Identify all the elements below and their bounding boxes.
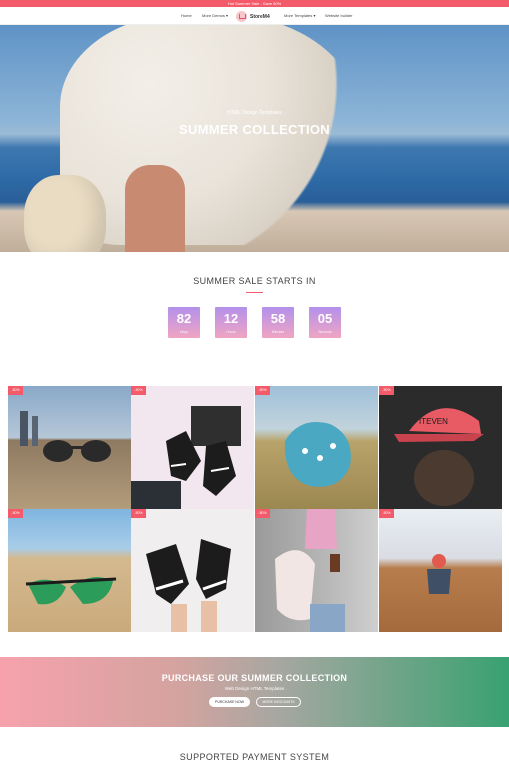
nav-more-demos[interactable]: More Demos ▾ — [202, 7, 228, 25]
shopping-bag-icon — [236, 11, 247, 22]
countdown-seconds: 05 Seconds — [309, 307, 341, 338]
discount-badge: -50% — [379, 509, 394, 518]
discount-badge: -50% — [131, 509, 146, 518]
countdown-minutes: 58 Minutes — [262, 307, 294, 338]
discount-badge: -50% — [8, 509, 23, 518]
product-tile-converse[interactable]: -50% — [131, 509, 254, 632]
svg-text:ITEVEN: ITEVEN — [419, 417, 448, 426]
top-navigation: Home More Demos ▾ StoreM4 More Templates… — [0, 7, 509, 25]
product-tile-sneakers[interactable]: -50% — [131, 386, 254, 509]
discount-badge: -50% — [255, 509, 270, 518]
banner-title: PURCHASE OUR SUMMER COLLECTION — [161, 673, 348, 683]
hero-title: SUMMER COLLECTION — [179, 122, 330, 137]
brand-name: StoreM4 — [250, 13, 270, 20]
sneakers-icon — [131, 406, 241, 509]
promo-bar: Hot Summer Sale - Save 50% — [0, 0, 509, 7]
title-divider — [246, 292, 263, 293]
nav-website-builder[interactable]: Website builder — [325, 7, 353, 25]
countdown-hours: 12 Hours — [215, 307, 247, 338]
backpack-icon — [275, 509, 345, 632]
backpack-icon — [284, 422, 351, 487]
countdown-days: 82 Days — [168, 307, 200, 338]
hero-banner: HTML Design Templates SUMMER COLLECTION — [0, 25, 509, 252]
sneakers-icon — [146, 539, 231, 632]
product-tile-cap[interactable]: ITEVEN -50% — [379, 386, 502, 509]
countdown-value: 58 — [270, 311, 286, 326]
hero-subtitle: HTML Design Templates — [227, 110, 282, 116]
banner-subtitle: Web Design HTML Templates — [224, 686, 285, 691]
purchase-banner: PURCHASE OUR SUMMER COLLECTION Web Desig… — [0, 657, 509, 727]
discount-badge: -50% — [131, 386, 146, 395]
brand-logo[interactable]: StoreM4 — [236, 11, 270, 22]
cap-icon: ITEVEN — [394, 408, 484, 506]
product-tile-sunglasses-beach[interactable]: -50% — [8, 509, 131, 632]
nav-home[interactable]: Home — [181, 7, 192, 25]
countdown-label: Days — [180, 330, 188, 334]
countdown-title: SUMMER SALE STARTS IN — [193, 276, 316, 286]
nav-more-templates[interactable]: More Templates ▾ — [284, 7, 316, 25]
discount-badge: -50% — [255, 386, 270, 395]
countdown-value: 82 — [176, 311, 192, 326]
sunglasses-icon — [20, 411, 111, 462]
discount-badge: -50% — [8, 386, 23, 395]
product-tile-backpack[interactable]: -50% — [255, 386, 378, 509]
countdown-label: Minutes — [271, 330, 285, 334]
countdown-label: Hours — [226, 330, 236, 334]
sunglasses-icon — [25, 577, 117, 605]
product-tile-sunglasses[interactable]: -50% — [8, 386, 131, 509]
person-field-icon — [427, 554, 451, 594]
product-tile-field[interactable]: -50% — [379, 509, 502, 632]
countdown-label: Seconds — [318, 330, 332, 334]
payment-section-title: SUPPORTED PAYMENT SYSTEM — [179, 752, 330, 762]
product-tile-white-backpack[interactable]: -50% — [255, 509, 378, 632]
countdown-value: 12 — [223, 311, 239, 326]
more-discounts-button[interactable]: MORE DISCOUNTS — [256, 697, 301, 707]
hero-photo-bag — [24, 175, 106, 252]
purchase-now-button[interactable]: PURCHASE NOW — [209, 697, 250, 707]
hero-photo-legs — [125, 165, 185, 252]
countdown-value: 05 — [317, 311, 333, 326]
discount-badge: -50% — [379, 386, 394, 395]
